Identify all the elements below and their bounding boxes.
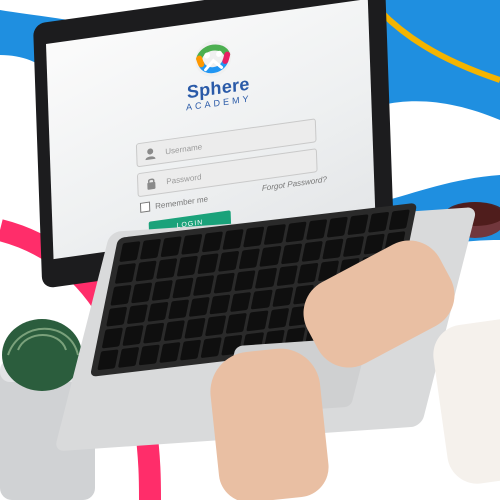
remember-me[interactable]: Remember me bbox=[139, 193, 209, 213]
remember-me-label: Remember me bbox=[154, 193, 209, 211]
lock-icon bbox=[147, 178, 156, 190]
sphere-academy-logo-icon bbox=[195, 40, 232, 77]
checkbox-icon[interactable] bbox=[139, 201, 151, 213]
scene: Sphere ACADEMY Remember me Forgot Passwo… bbox=[0, 0, 500, 500]
user-icon bbox=[145, 148, 156, 161]
left-hand bbox=[206, 344, 332, 500]
